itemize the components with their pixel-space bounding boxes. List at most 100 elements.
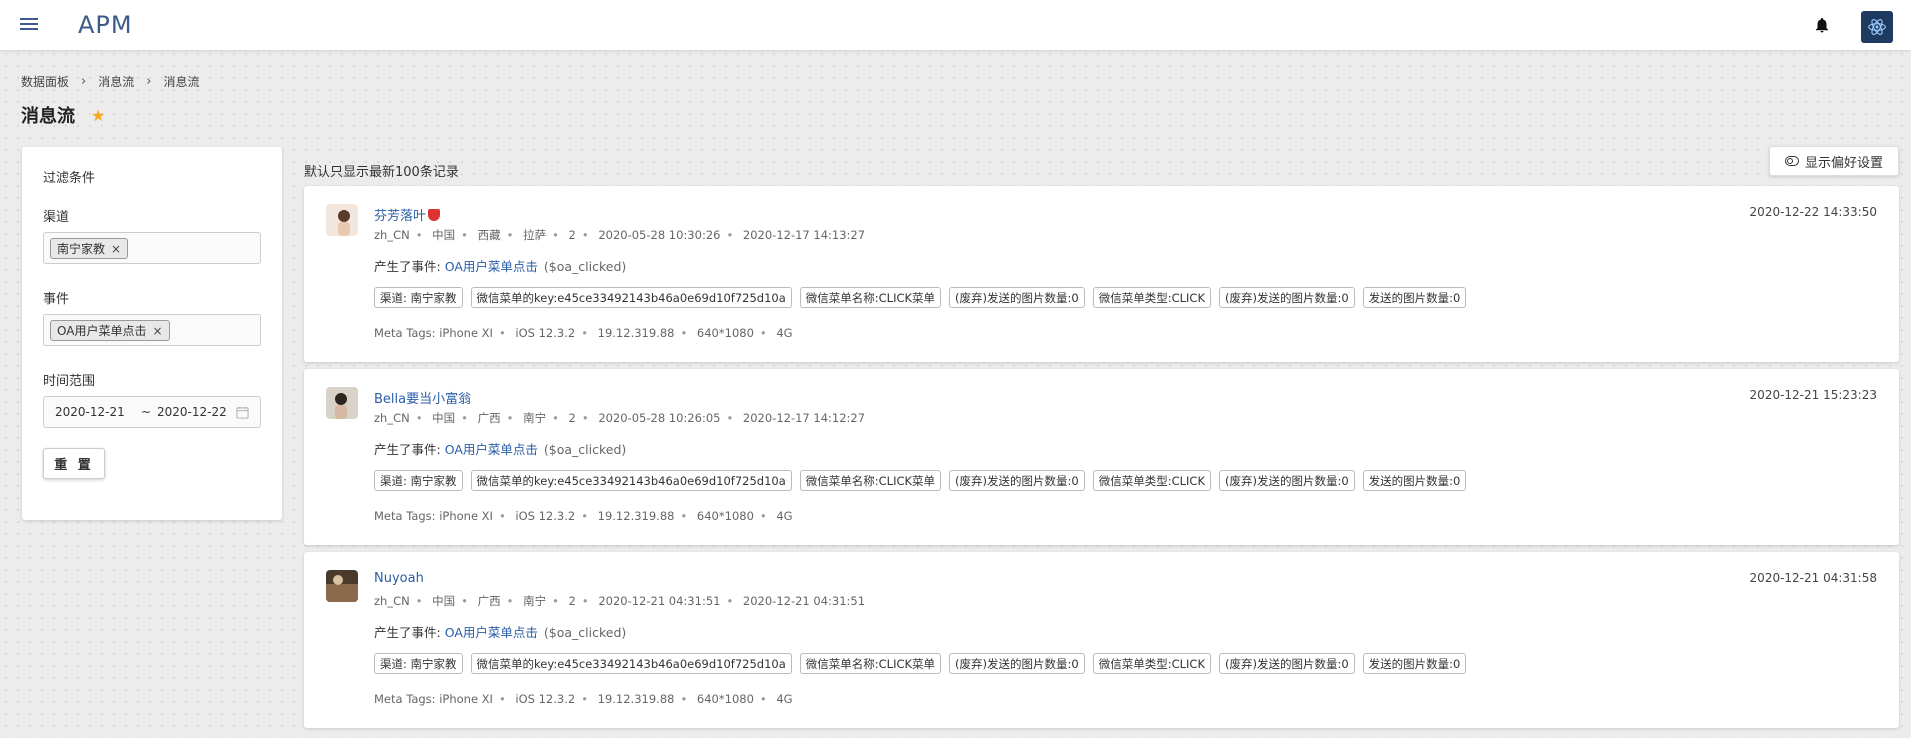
meta-province: 广西	[477, 594, 501, 608]
event-link[interactable]: OA用户菜单点击	[445, 259, 538, 274]
tag: 微信菜单类型:CLICK	[1092, 653, 1211, 674]
tag: (废弃)发送的图片数量:0	[1219, 470, 1355, 491]
tag: 微信菜单的key:e45ce33492143b46a0e69d10f725d10…	[470, 287, 792, 308]
menu-icon[interactable]	[20, 18, 38, 32]
channel-chip: 南宁家教 ×	[50, 238, 129, 259]
meta-last-seen: 2020-12-17 14:13:27	[742, 228, 866, 242]
channel-chip-label: 南宁家教	[57, 242, 106, 256]
meta-tag-os: iOS 12.3.2	[515, 509, 576, 523]
meta-tag-ip: 19.12.319.88	[597, 326, 675, 340]
filter-title: 过滤条件	[43, 171, 96, 186]
event-link[interactable]: OA用户菜单点击	[445, 625, 538, 640]
calendar-icon[interactable]	[236, 406, 249, 419]
breadcrumb-item-current: 消息流	[163, 75, 200, 89]
meta-tags: Meta Tags: iPhone XI • iOS 12.3.2 • 19.12.…	[374, 692, 793, 706]
meta-last-seen: 2020-12-17 14:12:27	[742, 411, 866, 425]
tag: 渠道: 南宁家教	[374, 470, 463, 491]
range-start[interactable]: 2020-12-21	[55, 405, 125, 419]
event-link[interactable]: OA用户菜单点击	[445, 442, 538, 457]
meta-last-seen: 2020-12-21 04:31:51	[742, 594, 866, 608]
meta-tags-label: Meta Tags:	[374, 326, 436, 340]
date-range-picker[interactable]: 2020-12-21 ~ 2020-12-22	[43, 396, 261, 428]
channel-label: 渠道	[43, 210, 70, 225]
meta-tag-device: iPhone XI	[439, 509, 493, 523]
meta-gender: 2	[568, 228, 576, 242]
user-name[interactable]: 芬芳落叶	[374, 205, 441, 224]
range-end[interactable]: 2020-12-22	[157, 405, 227, 419]
avatar[interactable]	[326, 570, 358, 602]
flag-icon	[428, 209, 441, 221]
breadcrumb-item-stream[interactable]: 消息流	[98, 73, 134, 90]
event-code: ($oa_clicked)	[543, 259, 627, 274]
tag: 发送的图片数量:0	[1362, 287, 1467, 308]
stream-card: Nuyoah 2020-12-21 04:31:58 zh_CN • 中国 • 广西…	[304, 552, 1899, 728]
tag: 渠道: 南宁家教	[374, 287, 463, 308]
preferences-label: 显示偏好设置	[1804, 155, 1883, 171]
user-name[interactable]: Nuyoah	[374, 571, 424, 586]
event-label: 事件	[43, 292, 70, 307]
tag: 微信菜单名称:CLICK菜单	[799, 470, 942, 491]
user-name[interactable]: Bella要当小富翁	[374, 388, 471, 407]
react-icon[interactable]	[1861, 11, 1893, 43]
timestamp: 2020-12-21 15:23:23	[1749, 388, 1877, 402]
tag: (废弃)发送的图片数量:0	[949, 470, 1085, 491]
tag: 微信菜单类型:CLICK	[1092, 470, 1211, 491]
filter-panel: 过滤条件 渠道 南宁家教 × 事件 OA用户菜单点击 × 时间范围 2020-1…	[22, 147, 282, 520]
tag: 微信菜单名称:CLICK菜单	[799, 287, 942, 308]
meta-country: 中国	[432, 411, 456, 425]
tag: 渠道: 南宁家教	[374, 653, 463, 674]
meta-city: 南宁	[523, 594, 547, 608]
meta-first-seen: 2020-05-28 10:30:26	[598, 228, 721, 242]
meta-first-seen: 2020-05-28 10:26:05	[598, 411, 721, 425]
range-label: 时间范围	[43, 374, 96, 389]
meta-tag-network: 4G	[776, 509, 793, 523]
meta-tags-label: Meta Tags:	[374, 692, 436, 706]
meta-city: 拉萨	[523, 228, 547, 242]
event-line: 产生了事件: OA用户菜单点击 ($oa_clicked)	[374, 622, 626, 641]
user-name-text: 芬芳落叶	[374, 209, 427, 224]
avatar[interactable]	[326, 204, 358, 236]
star-icon[interactable]: ★	[91, 106, 105, 125]
avatar[interactable]	[326, 387, 358, 419]
event-prefix: 产生了事件:	[374, 625, 441, 640]
preferences-button[interactable]: 显示偏好设置	[1769, 146, 1899, 176]
stream-card: Bella要当小富翁 2020-12-21 15:23:23 zh_CN • 中国…	[304, 369, 1899, 545]
tag: (废弃)发送的图片数量:0	[1219, 653, 1355, 674]
meta-tags: Meta Tags: iPhone XI • iOS 12.3.2 • 19.12.…	[374, 326, 793, 340]
tag: (废弃)发送的图片数量:0	[949, 287, 1085, 308]
tag: 微信菜单的key:e45ce33492143b46a0e69d10f725d10…	[470, 653, 792, 674]
tag: (废弃)发送的图片数量:0	[949, 653, 1085, 674]
tag: 微信菜单名称:CLICK菜单	[799, 653, 942, 674]
meta-province: 西藏	[477, 228, 501, 242]
bell-icon[interactable]	[1813, 16, 1831, 34]
reset-button[interactable]: 重 置	[43, 448, 105, 479]
close-icon[interactable]: ×	[111, 242, 121, 256]
breadcrumb-item-dashboard[interactable]: 数据面板	[21, 73, 69, 90]
range-separator: ~	[141, 405, 152, 419]
meta-tag-network: 4G	[776, 326, 793, 340]
tag: 发送的图片数量:0	[1362, 470, 1467, 491]
meta-tag-ip: 19.12.319.88	[597, 692, 675, 706]
tag: 微信菜单类型:CLICK	[1092, 287, 1211, 308]
meta-tag-device: iPhone XI	[439, 326, 493, 340]
meta-tag-resolution: 640*1080	[696, 692, 754, 706]
toggle-icon	[1784, 156, 1799, 166]
meta-tag-resolution: 640*1080	[696, 509, 754, 523]
event-select[interactable]: OA用户菜单点击 ×	[43, 314, 261, 346]
meta-tags-label: Meta Tags:	[374, 509, 436, 523]
event-chip: OA用户菜单点击 ×	[50, 320, 170, 341]
meta-locale: zh_CN	[374, 228, 410, 242]
event-line: 产生了事件: OA用户菜单点击 ($oa_clicked)	[374, 439, 626, 458]
tag: (废弃)发送的图片数量:0	[1219, 287, 1355, 308]
user-meta: zh_CN • 中国 • 广西 • 南宁 • 2 • 2020-05-28 10:26:0…	[374, 411, 866, 425]
timestamp: 2020-12-21 04:31:58	[1749, 571, 1877, 585]
page-title: 消息流	[21, 106, 75, 127]
chevron-right-icon: ›	[146, 74, 152, 89]
meta-city: 南宁	[523, 411, 547, 425]
tag: 发送的图片数量:0	[1362, 653, 1467, 674]
meta-gender: 2	[568, 594, 576, 608]
timestamp: 2020-12-22 14:33:50	[1749, 205, 1877, 219]
close-icon[interactable]: ×	[152, 324, 162, 338]
event-code: ($oa_clicked)	[543, 442, 627, 457]
channel-select[interactable]: 南宁家教 ×	[43, 232, 261, 264]
